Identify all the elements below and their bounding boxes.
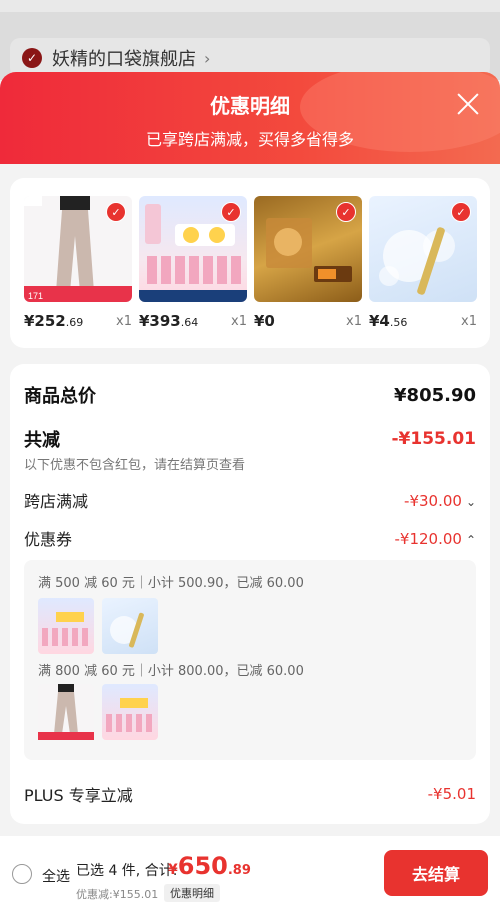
product-qty: x1 bbox=[116, 314, 132, 329]
price-summary-card: 商品总价 ¥805.90 共减 -¥155.01 以下优惠不包含红包，请在结算页… bbox=[10, 364, 490, 824]
coupon-product-thumb bbox=[38, 684, 94, 740]
total-price-label: 商品总价 bbox=[24, 386, 96, 407]
select-all-radio[interactable] bbox=[12, 864, 32, 884]
total-amount: ¥650.89 bbox=[168, 852, 251, 880]
chevron-down-icon[interactable]: ⌄ bbox=[466, 495, 476, 509]
cross-store-row[interactable]: 跨店满减 -¥30.00 ⌄ bbox=[24, 488, 476, 512]
plus-discount-value: -¥5.01 bbox=[427, 785, 476, 803]
selected-check-icon[interactable]: ✓ bbox=[221, 202, 241, 222]
cross-store-value: -¥30.00 bbox=[404, 491, 462, 510]
product-thumbnail[interactable]: 171 ✓ bbox=[24, 196, 132, 302]
pants-mini-image bbox=[38, 684, 94, 740]
discount-hint: 以下优惠不包含红包，请在结算页查看 bbox=[24, 458, 246, 473]
plus-discount-row: PLUS 专享立减 -¥5.01 bbox=[24, 782, 476, 806]
product-qty: x1 bbox=[461, 314, 477, 329]
selected-info: 已选 4 件, 合计: bbox=[76, 863, 178, 879]
total-discount-value: -¥155.01 bbox=[391, 429, 477, 449]
cross-store-value-wrap: -¥30.00 ⌄ bbox=[404, 491, 476, 510]
bottles-mini-image bbox=[42, 612, 88, 646]
total-price-row: 商品总价 ¥805.90 bbox=[24, 382, 476, 408]
product-item[interactable]: 171 ✓ ¥252.69 x1 bbox=[24, 196, 132, 330]
product-item[interactable]: ✓ ¥0 x1 bbox=[254, 196, 362, 330]
coupon-label: 优惠券 bbox=[24, 530, 73, 549]
store-check-icon[interactable]: ✓ bbox=[22, 48, 42, 68]
total-discount-row: 共减 -¥155.01 bbox=[24, 426, 476, 452]
serum-mini-image bbox=[110, 612, 144, 648]
close-icon[interactable] bbox=[456, 92, 480, 116]
selected-check-icon[interactable]: ✓ bbox=[106, 202, 126, 222]
store-name: 妖精的口袋旗舰店 bbox=[52, 49, 196, 70]
coupon-group-title: 满 800 减 60 元｜小计 800.00，已减 60.00 bbox=[38, 664, 304, 679]
select-all-label[interactable]: 全选 bbox=[42, 866, 70, 886]
sheet-title: 优惠明细 bbox=[210, 94, 290, 118]
sheet-header: 优惠明细 已享跨店满减，买得多省得多 bbox=[0, 72, 500, 164]
product-thumbnail[interactable]: ✓ bbox=[139, 196, 247, 302]
selected-check-icon[interactable]: ✓ bbox=[451, 202, 471, 222]
coupon-detail-box: 满 500 减 60 元｜小计 500.90，已减 60.00 满 800 减 … bbox=[24, 560, 476, 760]
cross-store-label: 跨店满减 bbox=[24, 492, 89, 511]
checkout-button[interactable]: 去结算 bbox=[384, 850, 488, 896]
chevron-up-icon[interactable]: ⌃ bbox=[466, 533, 476, 547]
product-list-card: 171 ✓ ¥252.69 x1 ✓ ¥393.64 x1 ✓ ¥0 x1 ✓ … bbox=[10, 178, 490, 348]
product-price: ¥393.64 bbox=[139, 312, 199, 330]
coupon-product-thumb bbox=[38, 598, 94, 654]
product-price: ¥0 bbox=[254, 312, 275, 330]
product-qty: x1 bbox=[231, 314, 247, 329]
discount-detail-sheet: 优惠明细 已享跨店满减，买得多省得多 171 ✓ ¥252.69 x1 ✓ ¥3… bbox=[0, 72, 500, 910]
product-thumbnail[interactable]: ✓ bbox=[254, 196, 362, 302]
coupon-value-wrap: -¥120.00 ⌃ bbox=[394, 529, 476, 548]
checkout-bar: 全选 已选 4 件, 合计: ¥650.89 优惠减:¥155.01 优惠明细 … bbox=[0, 836, 500, 910]
selected-check-icon[interactable]: ✓ bbox=[336, 202, 356, 222]
coupon-product-thumb bbox=[102, 684, 158, 740]
coupon-value: -¥120.00 bbox=[394, 529, 462, 548]
sheet-subtitle: 已享跨店满减，买得多省得多 bbox=[145, 130, 354, 149]
background-top-bar bbox=[0, 0, 500, 12]
bottles-mini-image bbox=[106, 698, 152, 732]
product-thumbnail[interactable]: ✓ bbox=[369, 196, 477, 302]
product-item[interactable]: ✓ ¥393.64 x1 bbox=[139, 196, 247, 330]
plus-discount-label: PLUS 专享立减 bbox=[24, 786, 133, 805]
product-price: ¥252.69 bbox=[24, 312, 84, 330]
product-item[interactable]: ✓ ¥4.56 x1 bbox=[369, 196, 477, 330]
product-price: ¥4.56 bbox=[369, 312, 408, 330]
coupon-group-title: 满 500 减 60 元｜小计 500.90，已减 60.00 bbox=[38, 576, 304, 591]
coupon-row[interactable]: 优惠券 -¥120.00 ⌃ bbox=[24, 526, 476, 550]
product-qty: x1 bbox=[346, 314, 362, 329]
discount-amount-info: 优惠减:¥155.01 bbox=[76, 888, 159, 901]
svg-text:171: 171 bbox=[28, 291, 43, 301]
coupon-product-thumb bbox=[102, 598, 158, 654]
discount-detail-link[interactable]: 优惠明细 bbox=[164, 884, 220, 902]
total-discount-label: 共减 bbox=[24, 430, 60, 451]
total-price-value: ¥805.90 bbox=[394, 384, 476, 406]
chevron-right-icon: › bbox=[204, 48, 211, 68]
